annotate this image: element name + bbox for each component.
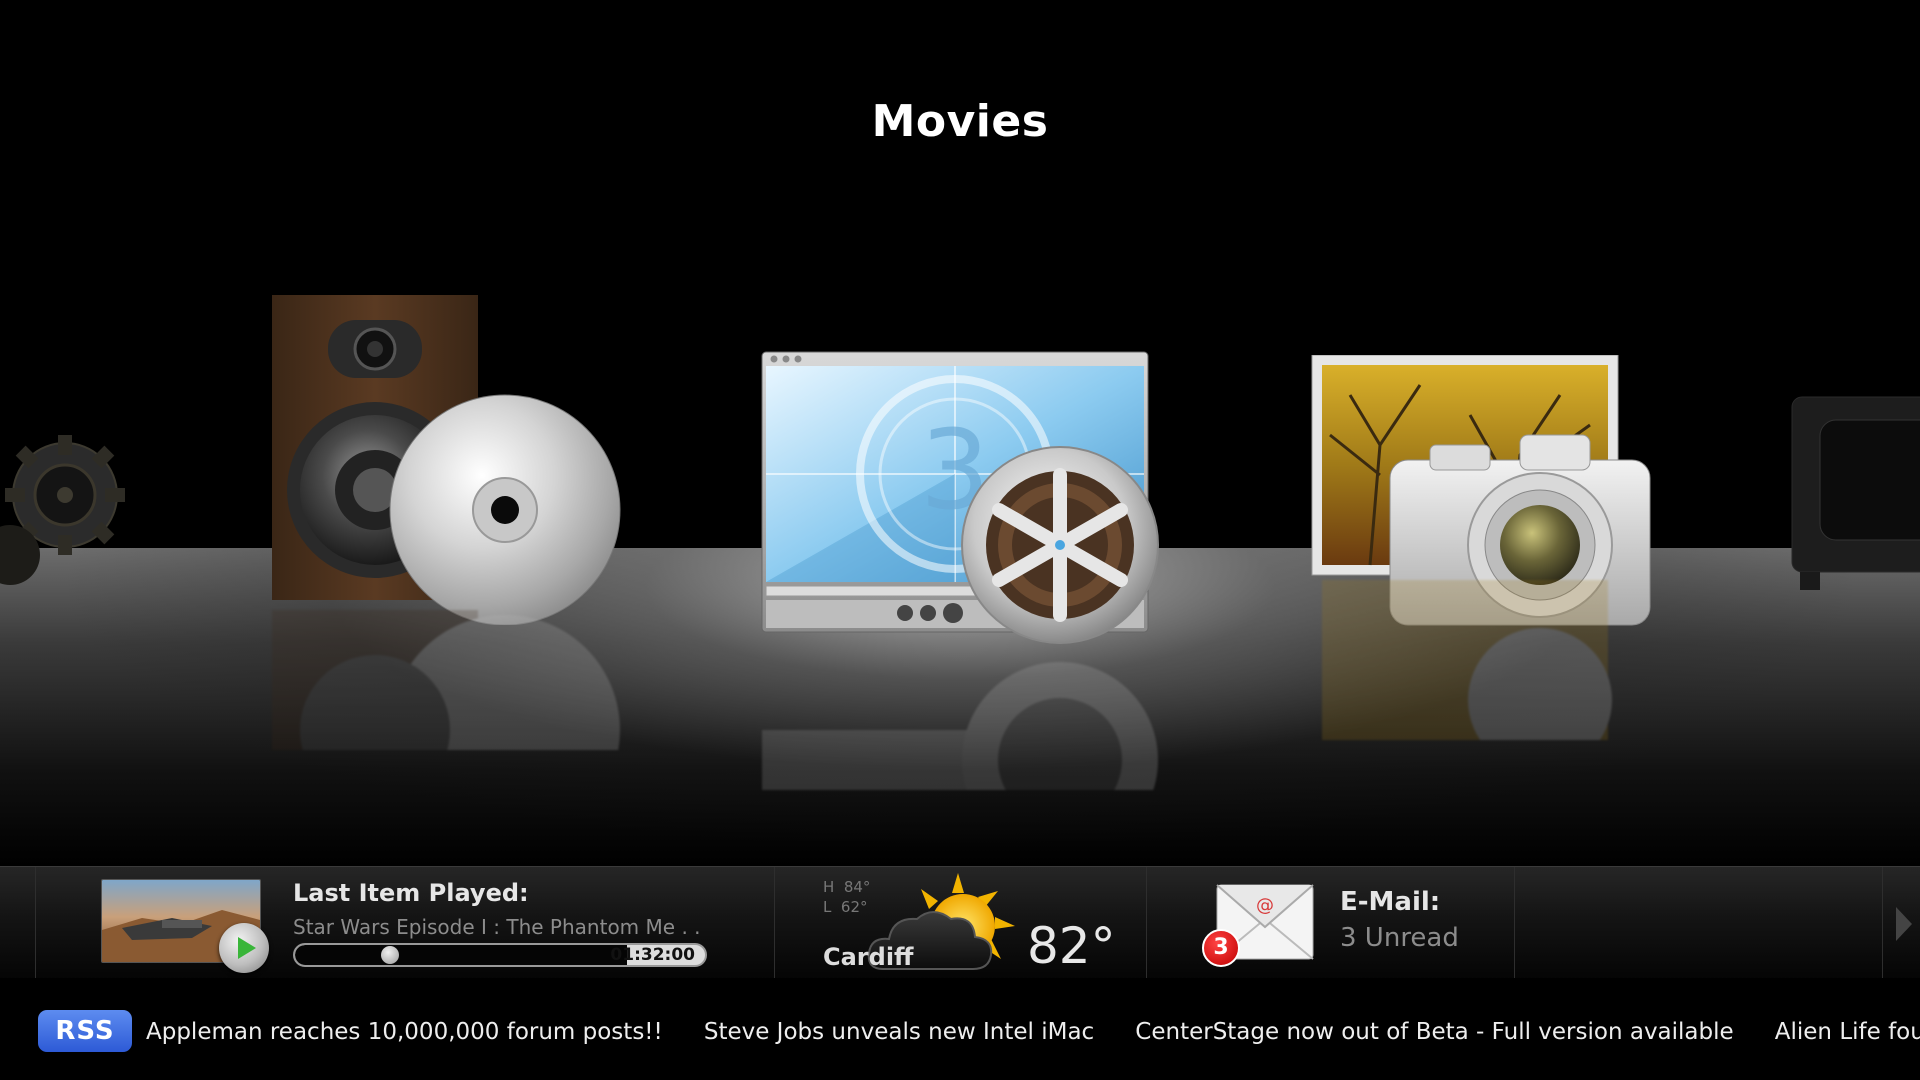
rss-headline[interactable]: Steve Jobs unveals new Intel iMac (704, 1019, 1094, 1045)
carousel-item-tv[interactable] (1790, 395, 1920, 595)
rss-headline[interactable]: Alien Life found on Sa (1775, 1019, 1920, 1045)
chevron-right-icon (1896, 907, 1912, 941)
ticker-viewport: Appleman reaches 10,000,000 forum posts!… (146, 978, 1920, 1080)
rss-headline[interactable]: CenterStage now out of Beta - Full versi… (1135, 1019, 1733, 1045)
page-title: Movies (871, 96, 1049, 147)
gear-icon (0, 435, 125, 585)
last-played-title: Star Wars Episode I : The Phantom Me . . (293, 915, 701, 939)
rss-headline[interactable]: Appleman reaches 10,000,000 forum posts!… (146, 1019, 663, 1045)
movie-player-reel-icon: 3 (761, 351, 1159, 644)
email-unread-count: 3 Unread (1340, 923, 1459, 953)
svg-text:@: @ (1256, 895, 1274, 916)
playback-time: 01:32:00 (610, 945, 695, 965)
photos-reflection (1310, 580, 1670, 740)
music-reflection (270, 610, 630, 750)
progress-track (295, 945, 627, 965)
television-icon (1791, 396, 1920, 590)
movies-reflection (760, 640, 1180, 790)
info-bar: Last Item Played: Star Wars Episode I : … (0, 866, 1920, 980)
playback-progress-bar[interactable]: 01:32:00 (293, 943, 707, 967)
carousel-item-movies[interactable]: 3 (760, 350, 1180, 660)
empty-panel (1515, 867, 1883, 979)
rss-badge[interactable]: RSS (38, 1010, 132, 1052)
low-label: L (823, 898, 832, 916)
high-label: H (823, 878, 835, 896)
progress-knob[interactable] (381, 946, 399, 964)
email-panel[interactable]: @ 3 E-Mail: 3 Unread (1147, 867, 1515, 979)
rss-ticker: RSS Appleman reaches 10,000,000 forum po… (0, 978, 1920, 1080)
info-bar-left-edge (0, 867, 36, 979)
weather-city: Cardiff (823, 943, 914, 971)
last-played-label: Last Item Played: (293, 879, 529, 907)
unread-count-badge: 3 (1202, 929, 1240, 967)
play-button[interactable] (219, 923, 269, 973)
carousel-item-music[interactable] (270, 295, 630, 626)
menu-stage: Movies 3 (0, 0, 1920, 866)
ticker-row: Appleman reaches 10,000,000 forum posts!… (146, 1019, 1920, 1045)
last-played-panel[interactable]: Last Item Played: Star Wars Episode I : … (36, 867, 775, 979)
email-label: E-Mail: (1340, 887, 1441, 917)
next-panel-button[interactable] (1883, 867, 1920, 979)
weather-current-temp: 82° (1027, 917, 1116, 975)
speaker-cd-icon (272, 295, 621, 626)
weather-panel[interactable]: H 84° L 62° Cardiff 82° (775, 867, 1147, 979)
carousel-item-settings[interactable] (0, 430, 140, 600)
